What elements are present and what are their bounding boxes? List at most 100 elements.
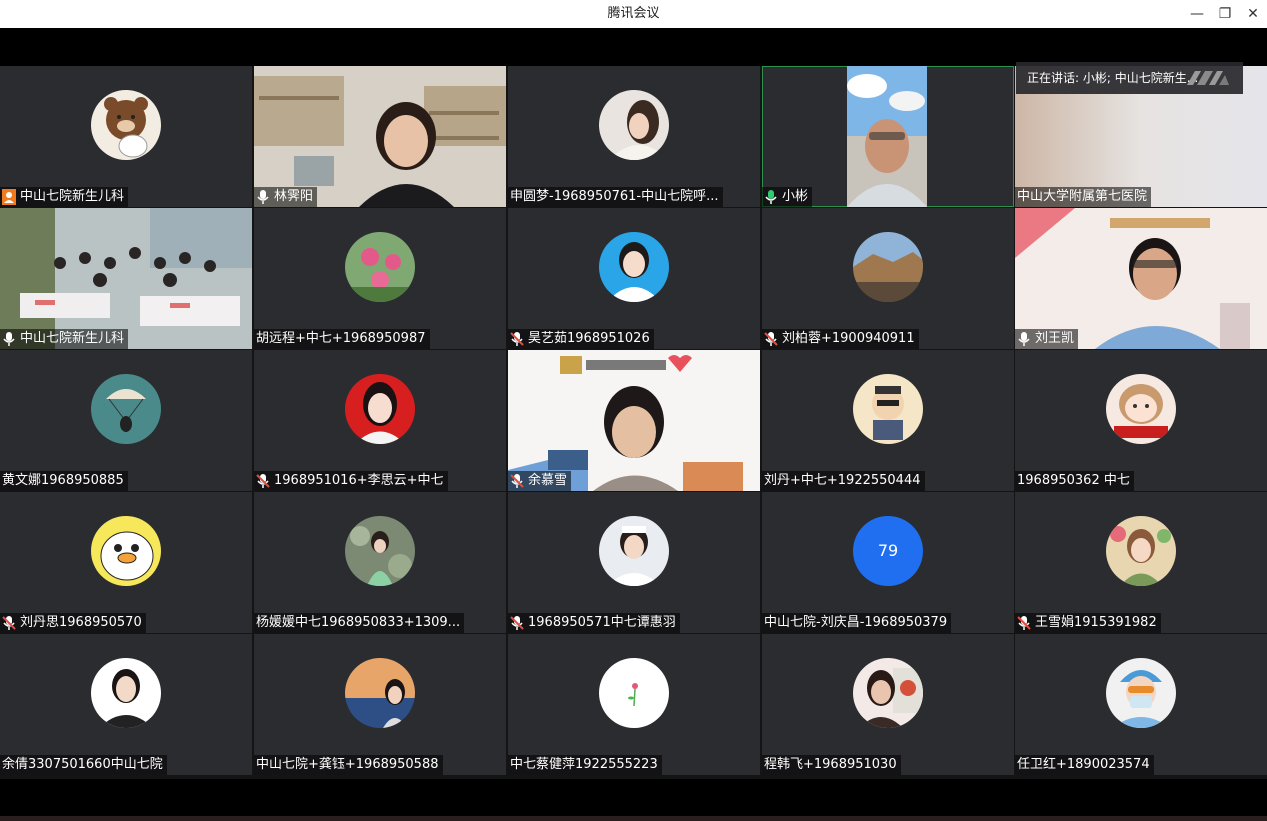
participant-name: 中七蔡健萍1922555223	[510, 757, 658, 772]
participant-tile[interactable]: 79 中山七院-刘庆昌-1968950379	[762, 492, 1014, 633]
person-icon	[2, 189, 16, 205]
participant-name-label: 刘柏蓉+1900940911	[762, 329, 919, 349]
participant-name-label: 中七蔡健萍1922555223	[508, 755, 662, 775]
now-speaking-text: 正在讲话: 小彬; 中山七院新生...	[1027, 71, 1199, 85]
participant-name-label: 中山七院新生儿科	[0, 187, 129, 207]
participant-name-label: 中山大学附属第七医院	[1015, 187, 1152, 207]
participant-name-label: 1968950362 中七	[1015, 471, 1134, 491]
now-speaking-banner: 正在讲话: 小彬; 中山七院新生...	[1016, 62, 1243, 94]
participant-tile[interactable]: 中七蔡健萍1922555223	[508, 634, 760, 775]
participant-tile[interactable]: 胡远程+中七+1968950987	[254, 208, 506, 349]
participant-tile[interactable]: 王雪娟1915391982	[1015, 492, 1267, 633]
video-feed	[508, 350, 760, 491]
participant-name: 1968951016+李思云+中七	[274, 473, 444, 488]
participant-name: 刘柏蓉+1900940911	[782, 331, 915, 346]
avatar	[599, 232, 669, 302]
participant-tile[interactable]: 中山七院+龚钰+1968950588	[254, 634, 506, 775]
participant-name: 余倩3307501660中山七院	[2, 757, 163, 772]
window-title: 腾讯会议	[607, 6, 660, 21]
avatar	[599, 516, 669, 586]
participant-name-label: 黄文娜1968950885	[0, 471, 128, 491]
avatar	[345, 658, 415, 728]
mic-muted-icon	[510, 473, 524, 489]
participant-tile-active-speaker[interactable]: 小彬	[762, 66, 1014, 207]
participant-tile[interactable]: 程韩飞+1968951030	[762, 634, 1014, 775]
video-feed	[847, 66, 927, 207]
participant-name: 王雪娟1915391982	[1035, 615, 1157, 630]
participant-name: 中山七院新生儿科	[20, 189, 125, 204]
participant-tile[interactable]: 1968951016+李思云+中七	[254, 350, 506, 491]
participant-name-label: 中山七院-刘庆昌-1968950379	[762, 613, 952, 633]
participant-name: 刘王凯	[1035, 331, 1075, 346]
mic-active-icon	[764, 189, 778, 205]
participant-name-label: 刘丹+中七+1922550444	[762, 471, 925, 491]
participant-tile[interactable]: 刘王凯	[1015, 208, 1267, 349]
participant-tile[interactable]: 中山七院新生儿科	[0, 208, 252, 349]
avatar	[91, 516, 161, 586]
participant-tile[interactable]: 林霁阳	[254, 66, 506, 207]
participant-name-label: 中山七院+龚钰+1968950588	[254, 755, 443, 775]
meeting-bottom-bar	[0, 779, 1267, 821]
participant-name-label: 1968950571中七谭惠羽	[508, 613, 680, 633]
participant-name: 杨媛媛中七1968950833+1309...	[256, 615, 461, 630]
avatar	[91, 90, 161, 160]
close-button[interactable]: ✕	[1239, 0, 1267, 28]
mic-on-icon	[1017, 331, 1031, 347]
participant-name: 中山大学附属第七医院	[1017, 189, 1148, 204]
participant-name-label: 余倩3307501660中山七院	[0, 755, 167, 775]
participant-tile[interactable]: 刘丹+中七+1922550444	[762, 350, 1014, 491]
participant-name: 余慕雪	[528, 473, 568, 488]
participant-tile[interactable]: 昊艺茹1968951026	[508, 208, 760, 349]
participant-tile[interactable]: 刘丹思1968950570	[0, 492, 252, 633]
participant-tile[interactable]: 中山七院新生儿科	[0, 66, 252, 207]
participant-name: 中山七院-刘庆昌-1968950379	[764, 615, 948, 630]
participant-name-label: 杨媛媛中七1968950833+1309...	[254, 613, 465, 633]
participant-name: 胡远程+中七+1968950987	[256, 331, 426, 346]
avatar	[599, 658, 669, 728]
mic-muted-icon	[2, 615, 16, 631]
avatar	[1106, 658, 1176, 728]
participant-tile[interactable]: 余倩3307501660中山七院	[0, 634, 252, 775]
participant-name: 小彬	[782, 189, 809, 204]
video-feed	[1015, 208, 1267, 349]
speaking-indicator-icon	[1187, 71, 1229, 85]
avatar	[91, 658, 161, 728]
video-feed	[254, 66, 506, 207]
participant-tile[interactable]: 1968950362 中七	[1015, 350, 1267, 491]
participant-name: 1968950571中七谭惠羽	[528, 615, 676, 630]
participant-name: 刘丹+中七+1922550444	[764, 473, 921, 488]
avatar-number: 79	[853, 516, 923, 586]
participant-tile[interactable]: 任卫红+1890023574	[1015, 634, 1267, 775]
avatar	[853, 232, 923, 302]
participant-tile[interactable]: 余慕雪	[508, 350, 760, 491]
participant-name-label: 刘丹思1968950570	[0, 613, 146, 633]
participant-name-label: 1968951016+李思云+中七	[254, 471, 448, 491]
participant-name: 昊艺茹1968951026	[528, 331, 650, 346]
participant-name: 中山七院新生儿科	[20, 331, 125, 346]
mic-muted-icon	[764, 331, 778, 347]
restore-button[interactable]: ❐	[1211, 0, 1239, 28]
mic-muted-icon	[1017, 615, 1031, 631]
participant-name: 林霁阳	[274, 189, 314, 204]
participant-tile[interactable]: 黄文娜1968950885	[0, 350, 252, 491]
participant-name: 程韩飞+1968951030	[764, 757, 897, 772]
participant-name-label: 昊艺茹1968951026	[508, 329, 654, 349]
participant-name-label: 中山七院新生儿科	[0, 329, 129, 349]
avatar	[91, 374, 161, 444]
participant-name-label: 余慕雪	[508, 471, 572, 491]
minimize-button[interactable]: —	[1183, 0, 1211, 28]
participant-name: 黄文娜1968950885	[2, 473, 124, 488]
meeting-top-bar	[0, 28, 1267, 66]
participant-tile[interactable]: 申圆梦-1968950761-中山七院呼...	[508, 66, 760, 207]
participant-name: 刘丹思1968950570	[20, 615, 142, 630]
participant-name-label: 申圆梦-1968950761-中山七院呼...	[508, 187, 723, 207]
participant-name: 任卫红+1890023574	[1017, 757, 1150, 772]
participant-tile[interactable]: 杨媛媛中七1968950833+1309...	[254, 492, 506, 633]
avatar	[1106, 374, 1176, 444]
mic-muted-icon	[256, 473, 270, 489]
participant-name: 中山七院+龚钰+1968950588	[256, 757, 439, 772]
avatar	[853, 374, 923, 444]
participant-tile[interactable]: 刘柏蓉+1900940911	[762, 208, 1014, 349]
participant-tile[interactable]: 1968950571中七谭惠羽	[508, 492, 760, 633]
video-feed	[0, 208, 252, 349]
